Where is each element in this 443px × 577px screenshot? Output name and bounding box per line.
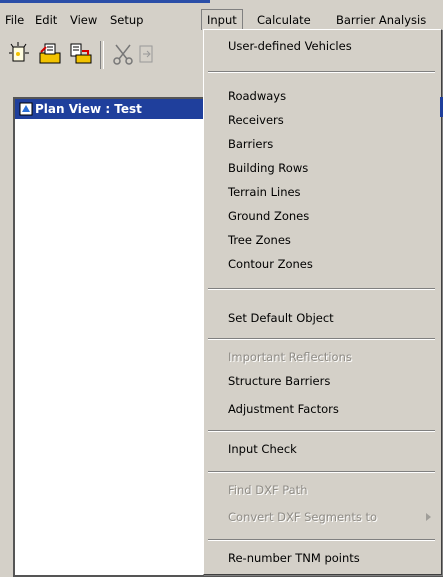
plan-view-document-icon	[19, 102, 33, 116]
menu-separator	[208, 430, 435, 432]
menu-separator	[208, 338, 435, 340]
menu-separator	[208, 71, 435, 73]
menu-separator	[208, 539, 435, 541]
menu-item-adjustment-factors[interactable]: Adjustment Factors	[204, 397, 441, 421]
cut-scissors-icon[interactable]	[110, 41, 136, 67]
menu-file[interactable]: File	[0, 10, 29, 30]
split-icon[interactable]	[138, 41, 156, 67]
menu-item-building-rows[interactable]: Building Rows	[204, 156, 441, 180]
toolbar-separator	[100, 41, 104, 69]
menu-item-structure-barriers[interactable]: Structure Barriers	[204, 369, 441, 393]
menu-setup[interactable]: Setup	[105, 10, 148, 30]
menu-item-terrain-lines[interactable]: Terrain Lines	[204, 180, 441, 204]
input-dropdown-menu: User-defined Vehicles Roadways Receivers…	[203, 29, 442, 575]
menu-barrier-analysis[interactable]: Barrier Analysis	[331, 10, 431, 30]
export-icon[interactable]	[68, 41, 94, 67]
plan-view-title: Plan View : Test	[35, 102, 142, 116]
menu-item-tree-zones[interactable]: Tree Zones	[204, 228, 441, 252]
menu-item-barriers[interactable]: Barriers	[204, 132, 441, 156]
submenu-arrow-icon	[426, 513, 431, 521]
menu-item-important-reflections: Important Reflections	[228, 350, 352, 364]
menu-item-user-defined-vehicles[interactable]: User-defined Vehicles	[204, 34, 441, 58]
menu-view[interactable]: View	[65, 10, 102, 30]
menu-item-roadways[interactable]: Roadways	[204, 84, 441, 108]
menu-item-ground-zones[interactable]: Ground Zones	[204, 204, 441, 228]
menu-item-renumber-tnm-points[interactable]: Re-number TNM points	[204, 546, 441, 570]
menu-item-receivers[interactable]: Receivers	[204, 108, 441, 132]
menu-item-contour-zones[interactable]: Contour Zones	[204, 252, 441, 276]
menu-edit[interactable]: Edit	[30, 10, 62, 30]
menu-item-find-dxf-path: Find DXF Path	[228, 483, 308, 497]
menu-item-input-check[interactable]: Input Check	[204, 437, 441, 461]
convert-dxf-label: Convert DXF Segments to	[228, 510, 378, 524]
open-folder-icon[interactable]	[38, 41, 64, 67]
menu-item-convert-dxf-segments: Convert DXF Segments to	[204, 505, 441, 529]
menu-item-set-default-object[interactable]: Set Default Object	[204, 306, 441, 330]
menu-separator	[208, 471, 435, 473]
new-document-icon[interactable]	[6, 41, 32, 67]
menu-input[interactable]: Input	[201, 9, 243, 30]
menu-separator	[208, 288, 435, 290]
menu-calculate[interactable]: Calculate	[252, 10, 316, 30]
